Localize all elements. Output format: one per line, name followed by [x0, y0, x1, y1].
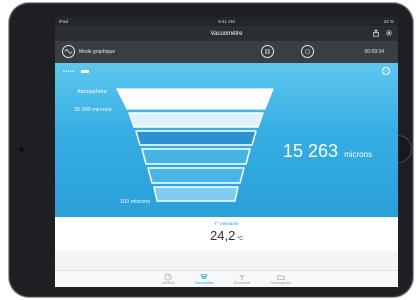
- tab-label: Surchauffe: [233, 281, 251, 285]
- fan-icon: [239, 274, 245, 281]
- tab-sauvegardes[interactable]: Sauvegardes: [270, 271, 292, 287]
- tablet-frame: iPad 9:41 AM 42 % Vacuomètre Mode graphi…: [9, 3, 413, 297]
- temperature-unit: °C: [237, 236, 243, 242]
- funnel-band-5: [153, 186, 239, 202]
- reading-unit: microns: [344, 150, 373, 159]
- ambient-temperature: T° ambiante 24,2 °C: [55, 217, 398, 251]
- funnel-band-2: [135, 130, 257, 146]
- tab-label: Manifold: [161, 281, 176, 285]
- pause-button[interactable]: [261, 45, 274, 58]
- page-title: Vacuomètre: [210, 30, 243, 37]
- funnel-band-3: [141, 148, 251, 165]
- elapsed-timer: 00:09:34: [364, 49, 384, 55]
- wave-icon: [62, 45, 75, 58]
- tab-vacuometre[interactable]: Vacuomètre: [195, 271, 214, 287]
- pause-icon: [265, 49, 270, 54]
- tab-bar: Manifold Vacuomètre Surchauffe Sauvegard…: [55, 270, 398, 287]
- vacuum-reading: 15 263 microns: [283, 141, 372, 162]
- signal-dots: •••••: [63, 69, 75, 75]
- funnel-band-4: [147, 167, 245, 184]
- funnel-band-atmosphere: [116, 88, 274, 110]
- stop-icon: [305, 49, 310, 54]
- app-screen: iPad 9:41 AM 42 % Vacuomètre Mode graphi…: [55, 17, 398, 287]
- info-icon[interactable]: i: [382, 67, 390, 75]
- toolbar: Mode graphique 00:09:34: [55, 41, 398, 63]
- status-bar: iPad 9:41 AM 42 %: [55, 17, 398, 26]
- tab-surchauffe[interactable]: Surchauffe: [234, 271, 251, 287]
- reading-value: 15 263: [283, 141, 339, 161]
- gauge-icon: [164, 273, 172, 281]
- vacuum-funnel-gauge: [116, 88, 274, 202]
- folder-icon: [277, 275, 285, 280]
- funnel-band-1: [128, 112, 264, 128]
- graph-mode-button[interactable]: Mode graphique: [62, 45, 115, 58]
- tab-label: Vacuomètre: [195, 281, 214, 285]
- sensor-battery-icon: [81, 70, 89, 73]
- status-time: 9:41 AM: [218, 19, 235, 24]
- nav-bar: Vacuomètre: [55, 26, 398, 41]
- scale-top-label: 25 000 microns: [74, 107, 112, 113]
- tab-label: Sauvegardes: [270, 281, 292, 285]
- temperature-value: 24,2: [210, 228, 236, 243]
- share-icon[interactable]: [372, 29, 380, 37]
- vacuum-panel: ••••• i Atmosphère 25 000 microns 100 mi…: [55, 63, 398, 217]
- funnel-icon: [200, 274, 209, 279]
- gear-icon[interactable]: [385, 29, 393, 37]
- graph-mode-label: Mode graphique: [79, 48, 116, 55]
- tab-manifold[interactable]: Manifold: [162, 271, 175, 287]
- temperature-label: T° ambiante: [214, 221, 239, 226]
- stop-button[interactable]: [301, 45, 314, 58]
- front-camera: [19, 147, 24, 152]
- atmosphere-label: Atmosphère: [77, 89, 107, 95]
